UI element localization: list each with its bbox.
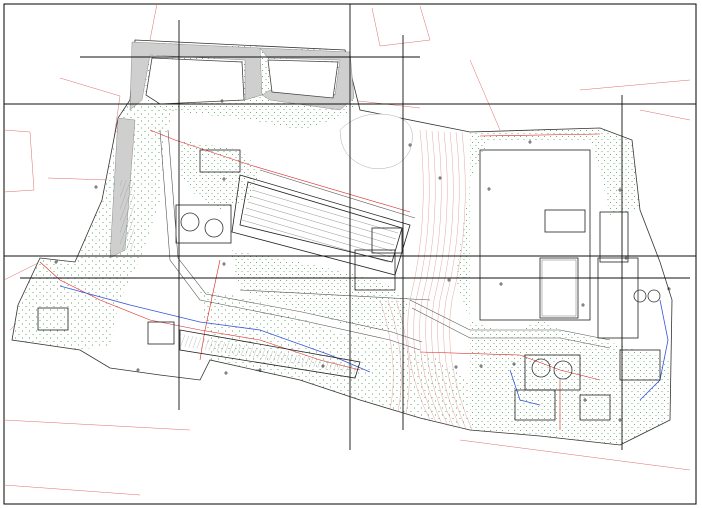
site-plan-drawing [3,3,697,505]
survey-mark [224,371,228,375]
basin-west [145,57,245,105]
basin-east [267,59,339,99]
survey-mark [94,185,98,189]
